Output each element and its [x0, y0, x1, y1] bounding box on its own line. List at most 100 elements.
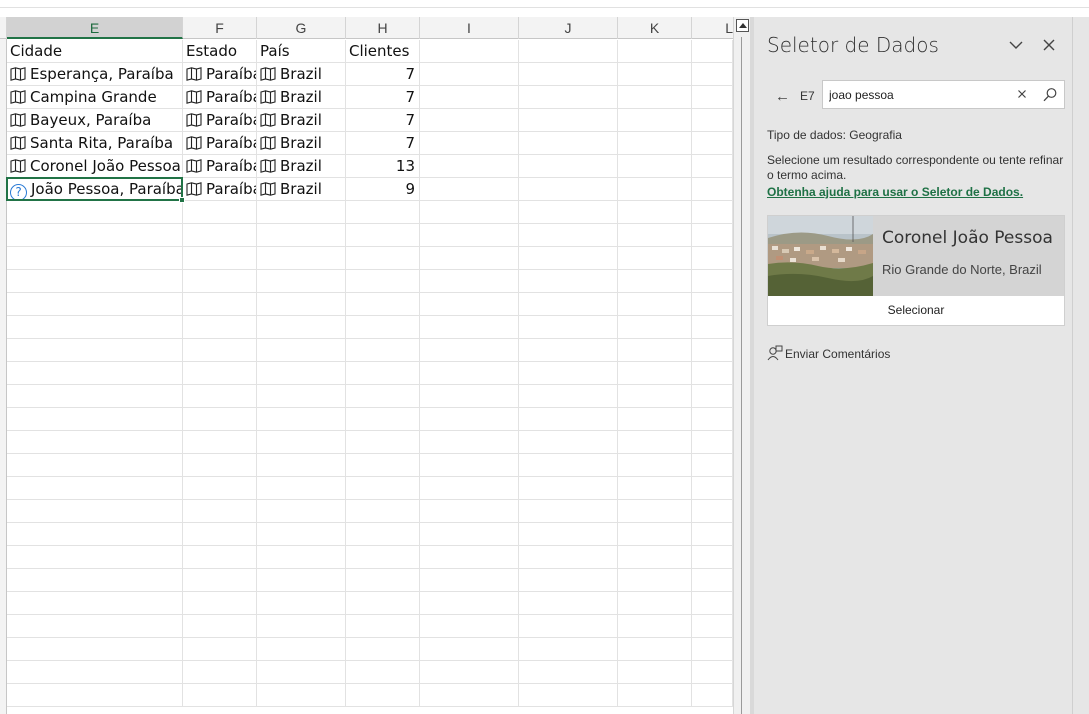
cell[interactable]	[346, 454, 420, 477]
cell[interactable]	[183, 546, 257, 569]
cell[interactable]	[519, 270, 618, 293]
cell[interactable]	[519, 201, 618, 224]
cell[interactable]	[692, 224, 733, 247]
column-header-f[interactable]: F	[183, 17, 257, 39]
cell[interactable]	[692, 431, 733, 454]
cell[interactable]	[618, 615, 692, 638]
table-row[interactable]: Santa Rita, Paraíba Paraíba Brazil 7	[7, 132, 733, 155]
cell[interactable]	[618, 500, 692, 523]
cell[interactable]	[183, 592, 257, 615]
table-row[interactable]	[7, 454, 733, 477]
cell[interactable]	[618, 86, 692, 109]
clear-search-icon[interactable]	[1014, 86, 1030, 102]
back-arrow-icon[interactable]: ←	[775, 88, 790, 105]
cell[interactable]	[183, 454, 257, 477]
table-row[interactable]	[7, 592, 733, 615]
table-row[interactable]	[7, 339, 733, 362]
cell[interactable]	[618, 684, 692, 707]
cell[interactable]	[692, 316, 733, 339]
table-row[interactable]	[7, 661, 733, 684]
cell[interactable]	[519, 362, 618, 385]
cell[interactable]: Esperança, Paraíba	[7, 63, 183, 86]
cell[interactable]: 7	[346, 109, 420, 132]
cell[interactable]	[257, 615, 346, 638]
cell[interactable]	[420, 224, 519, 247]
cell[interactable]: Brazil	[257, 63, 346, 86]
cell[interactable]	[420, 201, 519, 224]
cell[interactable]	[7, 684, 183, 707]
cell[interactable]	[618, 63, 692, 86]
cell[interactable]	[618, 385, 692, 408]
cell[interactable]	[183, 270, 257, 293]
cell[interactable]	[692, 362, 733, 385]
table-row[interactable]	[7, 546, 733, 569]
cell[interactable]	[692, 201, 733, 224]
cell[interactable]	[692, 178, 733, 201]
cell[interactable]	[7, 339, 183, 362]
table-row[interactable]: ? João Pessoa, Paraíba Paraíba Brazil 9	[7, 178, 733, 201]
cell[interactable]	[7, 454, 183, 477]
column-title-cell[interactable]: Estado	[183, 40, 257, 63]
cell[interactable]	[519, 155, 618, 178]
cell[interactable]	[618, 293, 692, 316]
cell[interactable]: ? João Pessoa, Paraíba	[7, 178, 183, 201]
table-row[interactable]: Coronel João Pessoa Paraíba Brazil 13	[7, 155, 733, 178]
column-header-i[interactable]: I	[420, 17, 519, 39]
cell[interactable]	[692, 592, 733, 615]
cell[interactable]	[519, 316, 618, 339]
question-icon[interactable]: ?	[10, 184, 27, 201]
cell[interactable]	[420, 316, 519, 339]
map-icon[interactable]	[186, 157, 206, 175]
cell[interactable]: Bayeux, Paraíba	[7, 109, 183, 132]
cell[interactable]	[7, 362, 183, 385]
cell[interactable]: Santa Rita, Paraíba	[7, 132, 183, 155]
cell[interactable]	[183, 431, 257, 454]
cell[interactable]	[618, 523, 692, 546]
cell[interactable]	[519, 454, 618, 477]
cell[interactable]	[7, 477, 183, 500]
cell[interactable]: 7	[346, 132, 420, 155]
cell[interactable]	[7, 500, 183, 523]
cell[interactable]	[420, 385, 519, 408]
cell[interactable]	[183, 661, 257, 684]
spreadsheet-grid[interactable]: E F G H I J K L Cidade Estado País Clientes…	[0, 17, 733, 714]
cell[interactable]	[257, 523, 346, 546]
cell[interactable]	[257, 201, 346, 224]
cell[interactable]	[7, 638, 183, 661]
cell[interactable]	[257, 270, 346, 293]
cell[interactable]: Paraíba	[183, 155, 257, 178]
cell[interactable]	[420, 132, 519, 155]
cell[interactable]	[183, 339, 257, 362]
cell[interactable]: 13	[346, 155, 420, 178]
map-icon[interactable]	[260, 88, 280, 106]
cell[interactable]	[7, 247, 183, 270]
cell[interactable]	[7, 661, 183, 684]
cell[interactable]: Campina Grande	[7, 86, 183, 109]
cell[interactable]	[519, 178, 618, 201]
cell[interactable]	[420, 661, 519, 684]
cell[interactable]	[692, 661, 733, 684]
select-button[interactable]: Selecionar	[768, 296, 1064, 325]
cell[interactable]	[618, 132, 692, 155]
cell[interactable]	[519, 247, 618, 270]
cell[interactable]	[420, 454, 519, 477]
cell[interactable]	[420, 546, 519, 569]
column-header-g[interactable]: G	[257, 17, 346, 39]
cell[interactable]	[346, 615, 420, 638]
cell[interactable]	[7, 523, 183, 546]
table-row[interactable]	[7, 316, 733, 339]
table-row[interactable]	[7, 408, 733, 431]
cell[interactable]	[257, 592, 346, 615]
cell[interactable]	[7, 316, 183, 339]
cell[interactable]	[692, 132, 733, 155]
cell[interactable]	[183, 247, 257, 270]
cell[interactable]: Paraíba	[183, 132, 257, 155]
cell[interactable]	[7, 431, 183, 454]
cell[interactable]	[692, 86, 733, 109]
help-link[interactable]: Obtenha ajuda para usar o Seletor de Dad…	[767, 185, 1023, 199]
cell[interactable]: Brazil	[257, 86, 346, 109]
cell[interactable]	[618, 638, 692, 661]
map-icon[interactable]	[260, 111, 280, 129]
column-title-cell[interactable]: Cidade	[7, 40, 183, 63]
cell[interactable]: Brazil	[257, 132, 346, 155]
